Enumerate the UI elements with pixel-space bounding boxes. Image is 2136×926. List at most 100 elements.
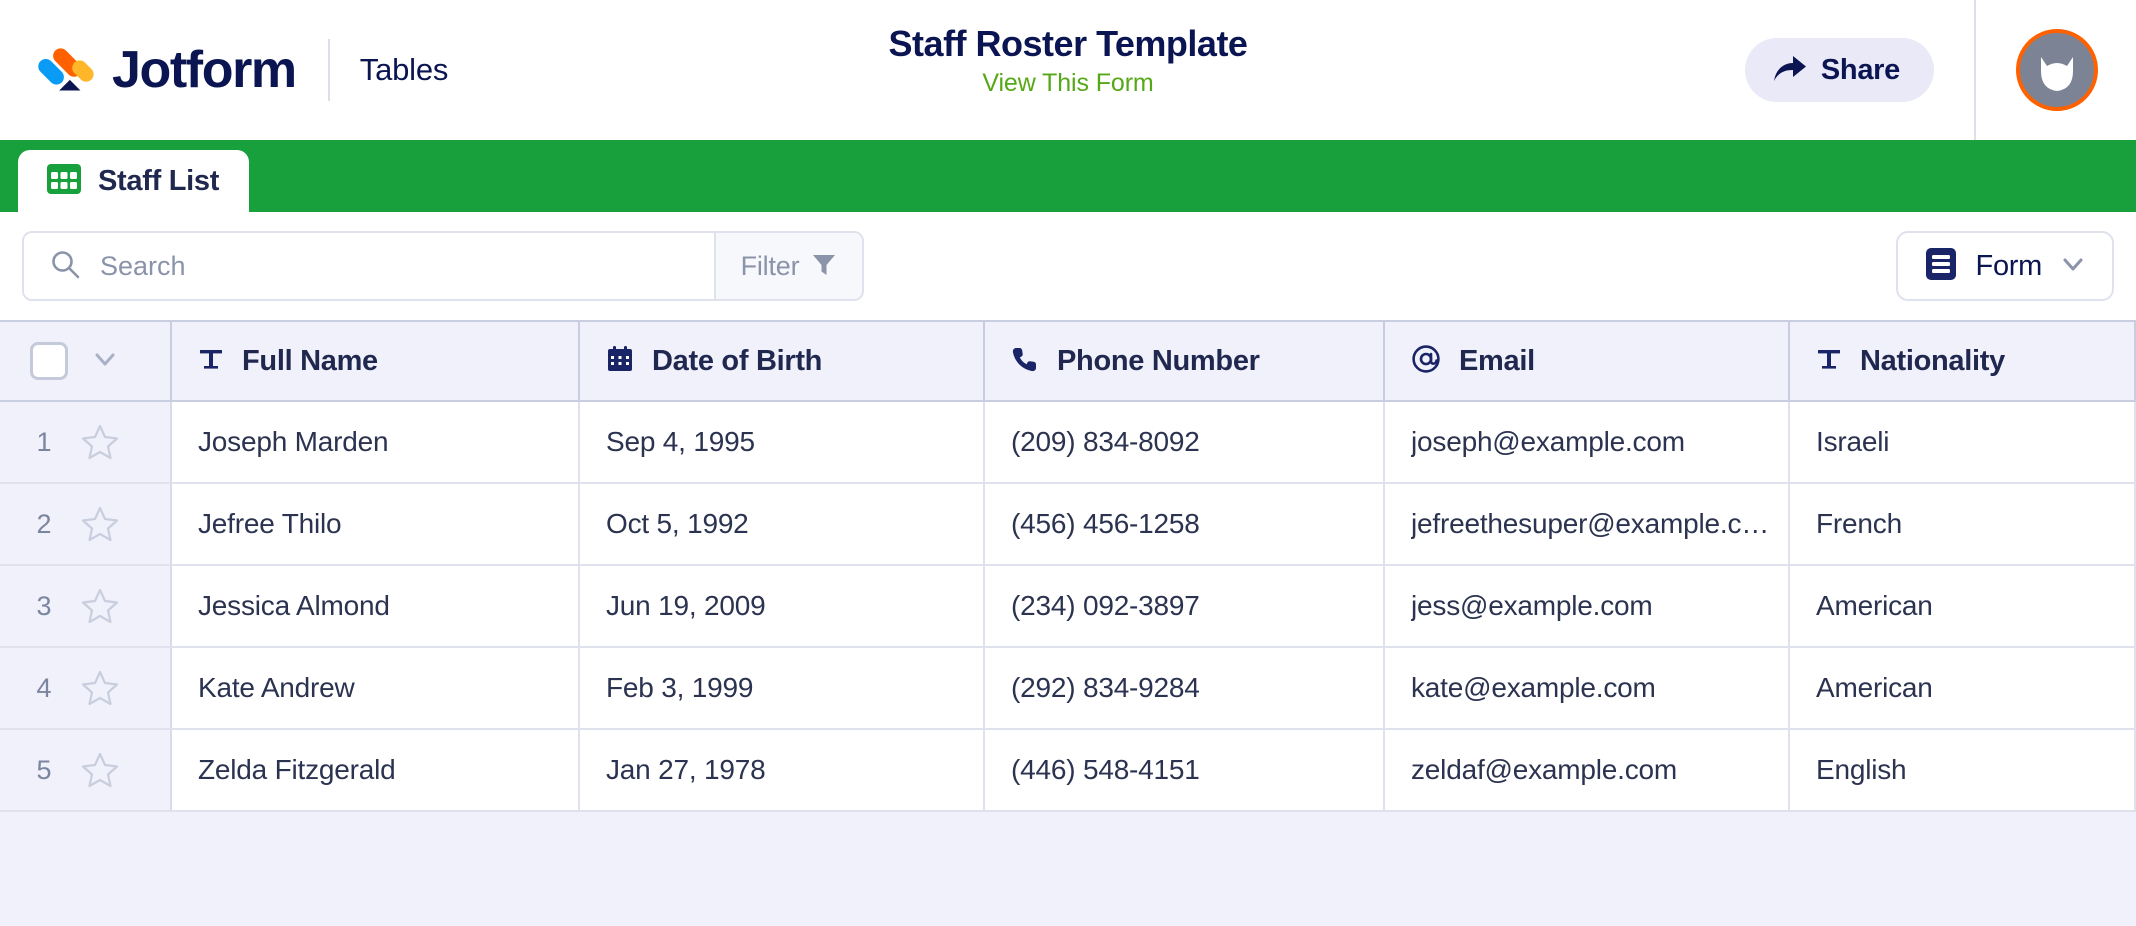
column-header-full-name[interactable]: Full Name xyxy=(172,322,580,400)
table-row[interactable]: 4 Kate Andrew Feb 3, 1999 (292) 834-9284… xyxy=(0,648,2136,730)
cell-text: jess@example.com xyxy=(1411,590,1653,621)
chevron-down-icon xyxy=(2060,251,2086,282)
brand-divider xyxy=(327,39,330,101)
table-toolbar: Filter Form xyxy=(0,212,2136,320)
star-icon[interactable] xyxy=(80,668,120,708)
at-sign-icon xyxy=(1411,344,1441,379)
cell-text: French xyxy=(1816,508,1902,539)
search-input[interactable] xyxy=(100,250,714,282)
jotform-logo-icon xyxy=(38,41,96,99)
cell-text: Jessica Almond xyxy=(198,590,390,621)
star-icon[interactable] xyxy=(80,504,120,544)
cell-full-name[interactable]: Jessica Almond xyxy=(172,566,580,646)
cell-text: Joseph Marden xyxy=(198,426,389,457)
cell-phone-number[interactable]: (456) 456-1258 xyxy=(985,484,1385,564)
search-icon xyxy=(50,249,80,284)
cell-text: joseph@example.com xyxy=(1411,426,1685,457)
funnel-icon xyxy=(811,251,837,282)
column-header-label: Nationality xyxy=(1860,344,2005,377)
row-gutter: 4 xyxy=(0,648,172,728)
filter-button[interactable]: Filter xyxy=(714,233,862,299)
cell-phone-number[interactable]: (292) 834-9284 xyxy=(985,648,1385,728)
cell-text: Israeli xyxy=(1816,426,1890,457)
row-number: 5 xyxy=(36,754,52,785)
column-header-email[interactable]: Email xyxy=(1385,322,1790,400)
cell-text: Zelda Fitzgerald xyxy=(198,754,396,785)
row-number: 4 xyxy=(36,672,52,703)
cell-phone-number[interactable]: (446) 548-4151 xyxy=(985,730,1385,810)
cell-nationality[interactable]: English xyxy=(1790,730,2136,810)
calendar-icon xyxy=(606,345,634,378)
cell-text: Jefree Thilo xyxy=(198,508,342,539)
cell-text: Feb 3, 1999 xyxy=(606,672,754,703)
grid-icon xyxy=(46,161,82,202)
brand-name: Jotform xyxy=(112,41,297,99)
cell-full-name[interactable]: Kate Andrew xyxy=(172,648,580,728)
row-number: 3 xyxy=(36,590,52,621)
star-icon[interactable] xyxy=(80,586,120,626)
avatar[interactable] xyxy=(1976,29,2136,111)
column-header-phone-number[interactable]: Phone Number xyxy=(985,322,1385,400)
app-header: Jotform Tables Staff Roster Template Vie… xyxy=(0,0,2136,140)
cell-email[interactable]: kate@example.com xyxy=(1385,648,1790,728)
tab-label: Staff List xyxy=(98,164,220,197)
cell-date-of-birth[interactable]: Feb 3, 1999 xyxy=(580,648,985,728)
cell-text: Kate Andrew xyxy=(198,672,355,703)
cell-email[interactable]: jefreethesuper@example.c… xyxy=(1385,484,1790,564)
table-row[interactable]: 3 Jessica Almond Jun 19, 2009 (234) 092-… xyxy=(0,566,2136,648)
form-view-button-label: Form xyxy=(1975,249,2043,282)
cell-text: Jun 19, 2009 xyxy=(606,590,766,621)
cell-phone-number[interactable]: (234) 092-3897 xyxy=(985,566,1385,646)
column-header-label: Phone Number xyxy=(1057,344,1260,377)
cell-full-name[interactable]: Joseph Marden xyxy=(172,402,580,482)
table-row[interactable]: 5 Zelda Fitzgerald Jan 27, 1978 (446) 54… xyxy=(0,730,2136,812)
form-icon xyxy=(1924,247,1958,286)
column-header-nationality[interactable]: Nationality xyxy=(1790,322,2136,400)
select-all-checkbox[interactable] xyxy=(30,342,68,380)
cell-text: (292) 834-9284 xyxy=(1011,672,1200,703)
cell-date-of-birth[interactable]: Jan 27, 1978 xyxy=(580,730,985,810)
header-actions: Share xyxy=(1744,0,2136,140)
product-label[interactable]: Tables xyxy=(360,52,449,88)
star-icon[interactable] xyxy=(80,422,120,462)
row-actions-chevron-icon[interactable] xyxy=(90,344,120,379)
cell-full-name[interactable]: Jefree Thilo xyxy=(172,484,580,564)
cell-full-name[interactable]: Zelda Fitzgerald xyxy=(172,730,580,810)
row-number: 1 xyxy=(36,426,52,457)
cell-date-of-birth[interactable]: Sep 4, 1995 xyxy=(580,402,985,482)
column-header-date-of-birth[interactable]: Date of Birth xyxy=(580,322,985,400)
cell-nationality[interactable]: American xyxy=(1790,648,2136,728)
cell-email[interactable]: zeldaf@example.com xyxy=(1385,730,1790,810)
table-header-row: Full Name Date of Birth Phone Number Ema… xyxy=(0,320,2136,402)
brand-area[interactable]: Jotform Tables xyxy=(0,0,448,140)
row-gutter: 1 xyxy=(0,402,172,482)
tab-staff-list[interactable]: Staff List xyxy=(18,150,250,212)
cell-date-of-birth[interactable]: Jun 19, 2009 xyxy=(580,566,985,646)
share-button[interactable]: Share xyxy=(1744,38,1934,102)
cell-nationality[interactable]: French xyxy=(1790,484,2136,564)
header-gutter xyxy=(0,322,172,400)
search-field[interactable] xyxy=(24,233,714,299)
cell-nationality[interactable]: American xyxy=(1790,566,2136,646)
table-row[interactable]: 2 Jefree Thilo Oct 5, 1992 (456) 456-125… xyxy=(0,484,2136,566)
cell-text: Jan 27, 1978 xyxy=(606,754,766,785)
filter-button-label: Filter xyxy=(740,250,800,281)
phone-icon xyxy=(1011,345,1039,378)
row-gutter: 2 xyxy=(0,484,172,564)
view-this-form-link[interactable]: View This Form xyxy=(982,69,1153,98)
cell-phone-number[interactable]: (209) 834-8092 xyxy=(985,402,1385,482)
cell-nationality[interactable]: Israeli xyxy=(1790,402,2136,482)
cell-text: Sep 4, 1995 xyxy=(606,426,755,457)
cell-email[interactable]: jess@example.com xyxy=(1385,566,1790,646)
form-view-button[interactable]: Form xyxy=(1895,231,2114,301)
cell-text: (234) 092-3897 xyxy=(1011,590,1200,621)
cell-email[interactable]: joseph@example.com xyxy=(1385,402,1790,482)
share-button-label: Share xyxy=(1820,53,1900,86)
table-row[interactable]: 1 Joseph Marden Sep 4, 1995 (209) 834-80… xyxy=(0,402,2136,484)
cell-date-of-birth[interactable]: Oct 5, 1992 xyxy=(580,484,985,564)
cell-text: American xyxy=(1816,672,1933,703)
cell-text: zeldaf@example.com xyxy=(1411,754,1678,785)
star-icon[interactable] xyxy=(80,750,120,790)
cell-text: English xyxy=(1816,754,1907,785)
column-header-label: Email xyxy=(1459,344,1535,377)
